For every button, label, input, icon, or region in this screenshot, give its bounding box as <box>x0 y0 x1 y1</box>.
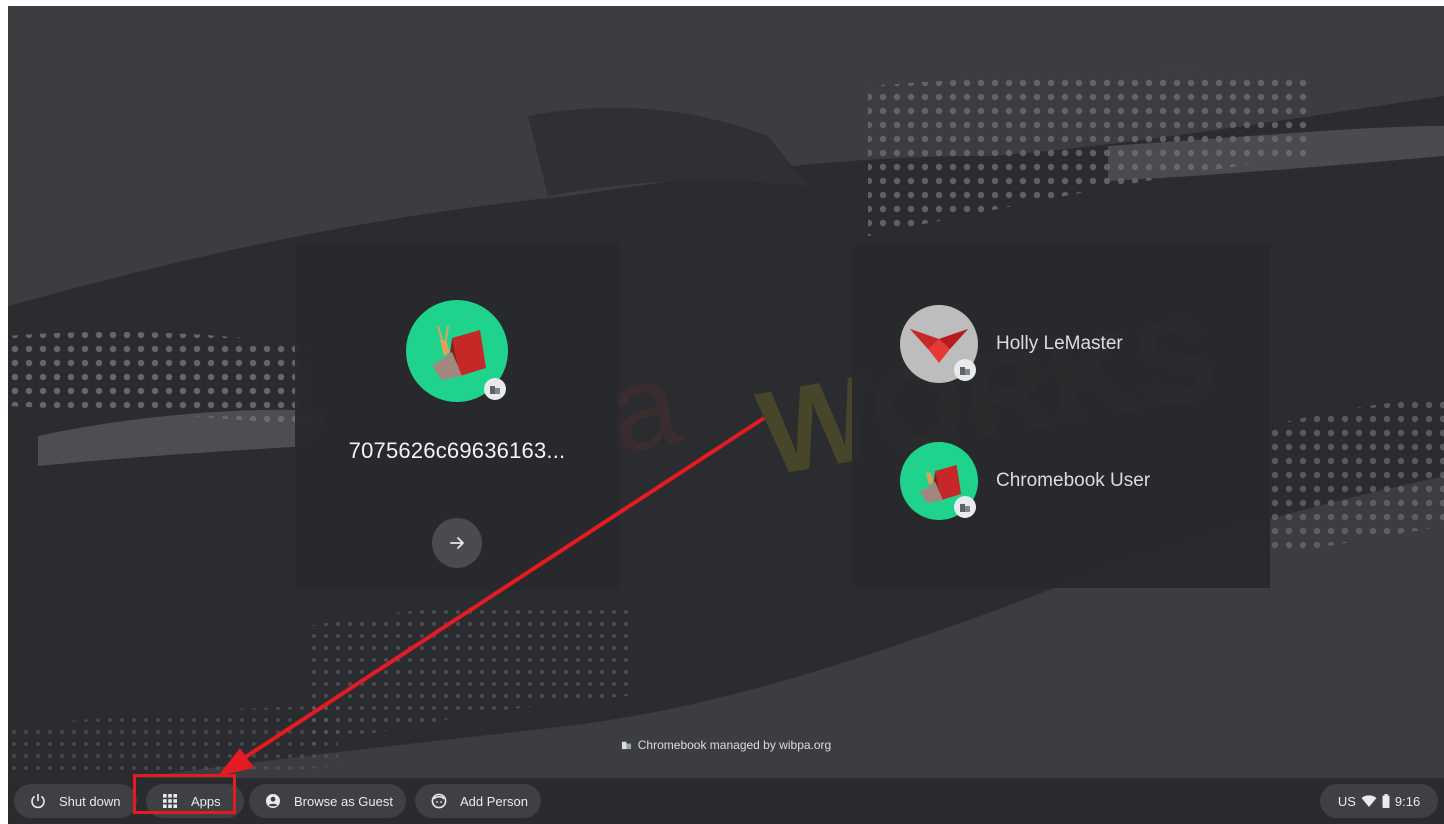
enterprise-building-icon <box>484 378 506 400</box>
user-row-holly-lemaster[interactable]: Holly LeMaster <box>900 305 1260 387</box>
enterprise-building-icon <box>621 741 631 750</box>
add-person-label: Add Person <box>460 793 528 809</box>
managed-notice-text: Chromebook managed by wibpa.org <box>637 738 832 752</box>
user-name: Chromebook User <box>996 470 1151 491</box>
status-area[interactable]: US 9:16 <box>1320 784 1438 818</box>
clock: 9:16 <box>1394 793 1421 809</box>
primary-user-name: 7075626c69636163... <box>348 438 566 463</box>
user-row-chromebook-user[interactable]: Chromebook User <box>900 442 1260 524</box>
submit-button[interactable] <box>432 518 482 568</box>
add-person-face-icon <box>431 793 447 809</box>
enterprise-building-icon <box>954 496 976 518</box>
shut-down-button[interactable]: Shut down <box>14 784 137 818</box>
user-list: Holly LeMaster Chromebook User <box>852 244 1270 588</box>
apps-highlight-box <box>133 774 236 814</box>
shut-down-label: Shut down <box>59 793 121 809</box>
account-circle-icon <box>266 794 280 808</box>
power-icon <box>31 793 45 809</box>
browse-as-guest-button[interactable]: Browse as Guest <box>249 784 406 818</box>
keyboard-layout-indicator: US <box>1337 793 1356 809</box>
add-person-button[interactable]: Add Person <box>415 784 541 818</box>
primary-user-pod[interactable]: 7075626c69636163... <box>295 242 619 590</box>
user-name: Holly LeMaster <box>996 333 1123 354</box>
enterprise-building-icon <box>954 359 976 381</box>
login-screen: SCPa WORKS 7075626c69636163... <box>8 6 1444 824</box>
battery-icon <box>1382 794 1390 808</box>
browse-as-guest-label: Browse as Guest <box>294 793 393 809</box>
wifi-icon <box>1361 795 1377 807</box>
arrow-right-icon <box>450 537 464 549</box>
managed-notice: Chromebook managed by wibpa.org <box>8 738 1444 752</box>
